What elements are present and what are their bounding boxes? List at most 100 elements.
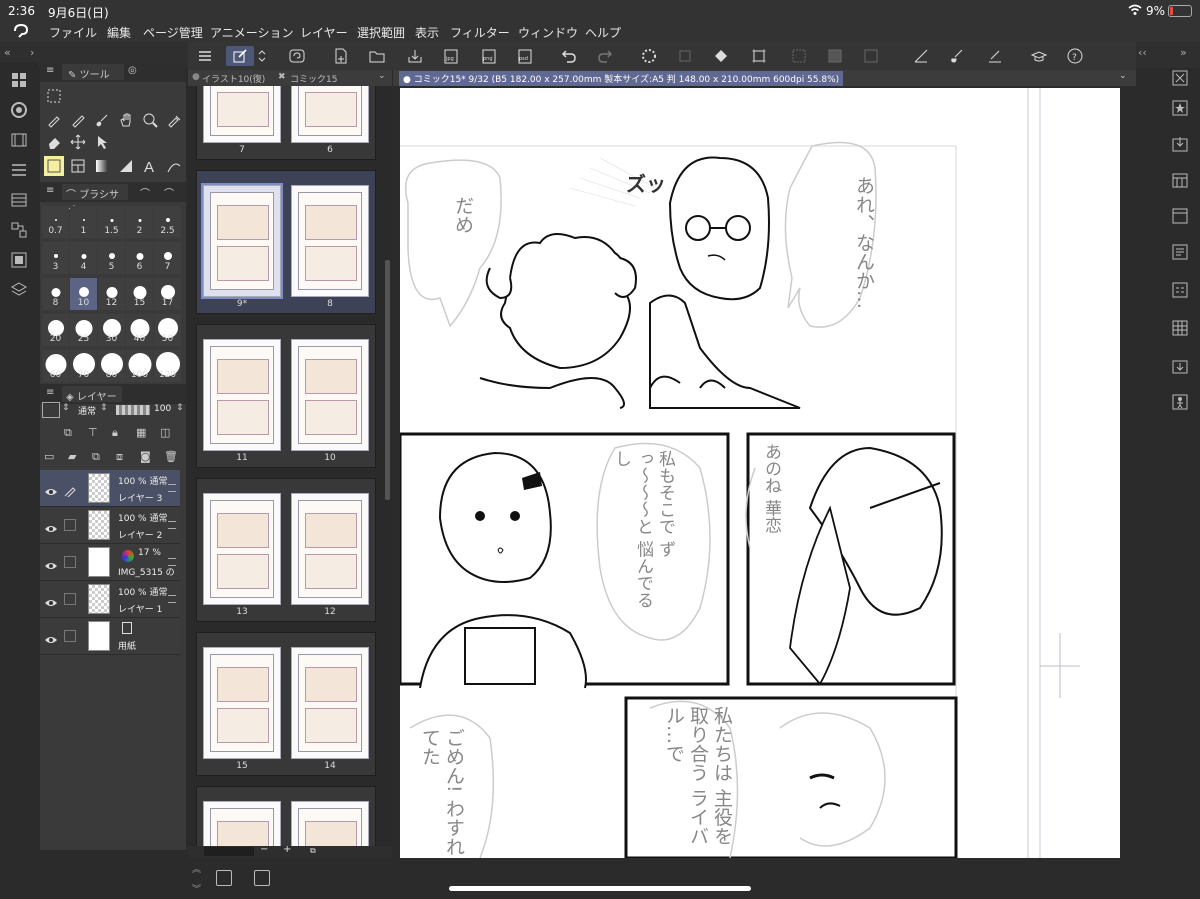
page-spread[interactable]: 13 12 — [196, 478, 376, 622]
page-zoom-slider[interactable] — [204, 847, 254, 856]
delete-layer-icon[interactable]: 🗑︎ — [164, 450, 178, 463]
layer-menu-icon[interactable] — [168, 521, 176, 529]
export-page-icon[interactable] — [1170, 356, 1190, 376]
brush-size-17[interactable]: 17 — [154, 278, 181, 310]
blend-mode-select[interactable]: 通常 — [78, 404, 96, 417]
material-icon[interactable] — [9, 250, 29, 270]
page-thumbnail-right[interactable] — [291, 647, 369, 759]
menu-window[interactable]: ウィンドウ — [518, 24, 578, 41]
brush-size-7[interactable]: 7 — [154, 242, 181, 274]
open-folder-icon[interactable] — [366, 46, 388, 66]
page-spread[interactable]: 76 — [196, 86, 376, 160]
opacity-slider[interactable] — [116, 405, 150, 415]
brush-size-4[interactable]: 4 — [70, 242, 97, 274]
layer-mask-icon[interactable]: ◙ — [140, 450, 151, 463]
page-thumbnail-left[interactable] — [203, 801, 281, 848]
tab-tool[interactable]: ✎ ツール — [62, 64, 124, 81]
expand-bottom-icon[interactable]: ︾ — [192, 882, 201, 895]
layer-select-checkbox[interactable] — [64, 630, 76, 642]
expand-right-icon[interactable]: » — [1180, 46, 1187, 59]
menu-help[interactable]: ヘルプ — [585, 24, 621, 41]
deselect-icon[interactable] — [788, 46, 810, 66]
move-tool-icon[interactable] — [68, 132, 88, 152]
timeline-icon[interactable] — [9, 190, 29, 210]
layer-menu-icon[interactable] — [168, 484, 176, 492]
home-indicator[interactable] — [449, 886, 751, 891]
character-icon[interactable] — [1170, 392, 1190, 412]
panel-menu-icon[interactable]: ≡ — [46, 185, 54, 196]
layer-row[interactable]: 用紙 — [40, 618, 180, 655]
page-spread[interactable]: 15 14 — [196, 632, 376, 776]
brush-size-120[interactable]: 120 — [154, 350, 181, 382]
brush-size-50[interactable]: 50 — [154, 314, 181, 346]
page-list-scrollbar[interactable] — [385, 260, 390, 500]
layer-row[interactable]: 100 % 通常 レイヤー 1 — [40, 581, 180, 618]
page-text-icon[interactable] — [1170, 242, 1190, 262]
tab-layer[interactable]: ◈ レイヤー — [62, 386, 122, 403]
layer-row[interactable]: 17 % IMG_5315 の — [40, 544, 180, 581]
page-spread[interactable] — [196, 786, 376, 848]
animation-icon[interactable] — [9, 130, 29, 150]
redo-icon[interactable] — [594, 46, 616, 66]
brush-size-100[interactable]: 100 — [126, 350, 153, 382]
eraser-tool-icon[interactable] — [44, 132, 64, 152]
panel-menu-icon[interactable]: ≡ — [46, 387, 54, 398]
export-jpg-icon[interactable]: jpg — [440, 46, 462, 66]
navigator-icon[interactable] — [9, 70, 29, 90]
page-thumbnail-right[interactable] — [291, 86, 369, 143]
object-tool-icon[interactable] — [92, 132, 112, 152]
brush-size-1[interactable]: 1 — [70, 206, 97, 238]
list-icon[interactable] — [9, 160, 29, 180]
layer-row[interactable]: 100 % 通常 レイヤー 3 — [40, 470, 180, 507]
page-thumbnail-right[interactable] — [291, 801, 369, 848]
brush-size-5[interactable]: 5 — [98, 242, 125, 274]
edit-pen-icon[interactable] — [64, 482, 76, 499]
brush-size-3[interactable]: 3 — [42, 242, 69, 274]
brush-icon[interactable] — [946, 46, 968, 66]
export-psd-icon[interactable]: psd — [514, 46, 536, 66]
brush-size-12[interactable]: 12 — [98, 278, 125, 310]
menu-file[interactable]: ファイル — [49, 24, 97, 41]
merge-down-icon[interactable]: ⧈ — [116, 450, 123, 464]
brush-size-25[interactable]: 25 — [70, 314, 97, 346]
pen-settings-icon[interactable] — [984, 46, 1006, 66]
page-thumbnail-right[interactable] — [291, 185, 369, 297]
layer-color-mode-icon[interactable] — [42, 402, 60, 418]
opacity-value[interactable]: 100 — [154, 404, 171, 414]
layer-menu-icon[interactable] — [168, 558, 176, 566]
mode-stepper-icon[interactable] — [256, 46, 268, 66]
layer-menu-icon[interactable] — [168, 595, 176, 603]
layers-stack-icon[interactable] — [9, 280, 29, 300]
brush-tab-2-icon[interactable]: ⌒ — [140, 185, 150, 200]
layer-select-checkbox[interactable] — [64, 556, 76, 568]
document-tab-title[interactable]: ● コミック15* 9/32 (B5 182.00 x 257.00mm 製本サ… — [399, 71, 844, 86]
clip-layer-icon[interactable]: ⧉ — [64, 426, 72, 440]
collapse-bottom-icon[interactable]: ︽ — [192, 862, 201, 875]
hand-tool-icon[interactable] — [116, 110, 136, 130]
clip-studio-icon[interactable] — [286, 46, 308, 66]
eye-icon[interactable] — [44, 556, 58, 569]
hamburger-menu-icon[interactable] — [194, 46, 216, 66]
tab-illust10[interactable]: イラスト10(復) — [202, 72, 265, 85]
menu-filter[interactable]: フィルター — [450, 24, 510, 41]
layer-mode-stepper-icon[interactable]: ⇕ — [62, 403, 70, 413]
brush-size-30[interactable]: 30 — [98, 314, 125, 346]
selection-rect-icon[interactable] — [44, 86, 64, 106]
clip-studio-logo-icon[interactable] — [12, 23, 30, 41]
menu-page-manage[interactable]: ページ管理 — [143, 24, 203, 41]
collapse-left-icon[interactable]: « — [4, 46, 11, 59]
help-icon[interactable]: ? — [1064, 46, 1086, 66]
page-layout-icon[interactable] — [1170, 206, 1190, 226]
page-thumbnail-left[interactable] — [203, 86, 281, 143]
brush-size-8[interactable]: 8 — [42, 278, 69, 310]
ruler-icon[interactable] — [910, 46, 932, 66]
text-tool-icon[interactable]: A — [140, 156, 160, 176]
brush-size-20[interactable]: 20 — [42, 314, 69, 346]
brush-size-15[interactable]: 15 — [126, 278, 153, 310]
calendar-grid-icon[interactable] — [1170, 170, 1190, 190]
brush-tool-icon[interactable] — [92, 110, 112, 130]
page-thumbnail-right[interactable] — [291, 339, 369, 451]
save-icon[interactable] — [404, 46, 426, 66]
sub-view-icon[interactable] — [9, 220, 29, 240]
brush-size-60[interactable]: 60 — [42, 350, 69, 382]
